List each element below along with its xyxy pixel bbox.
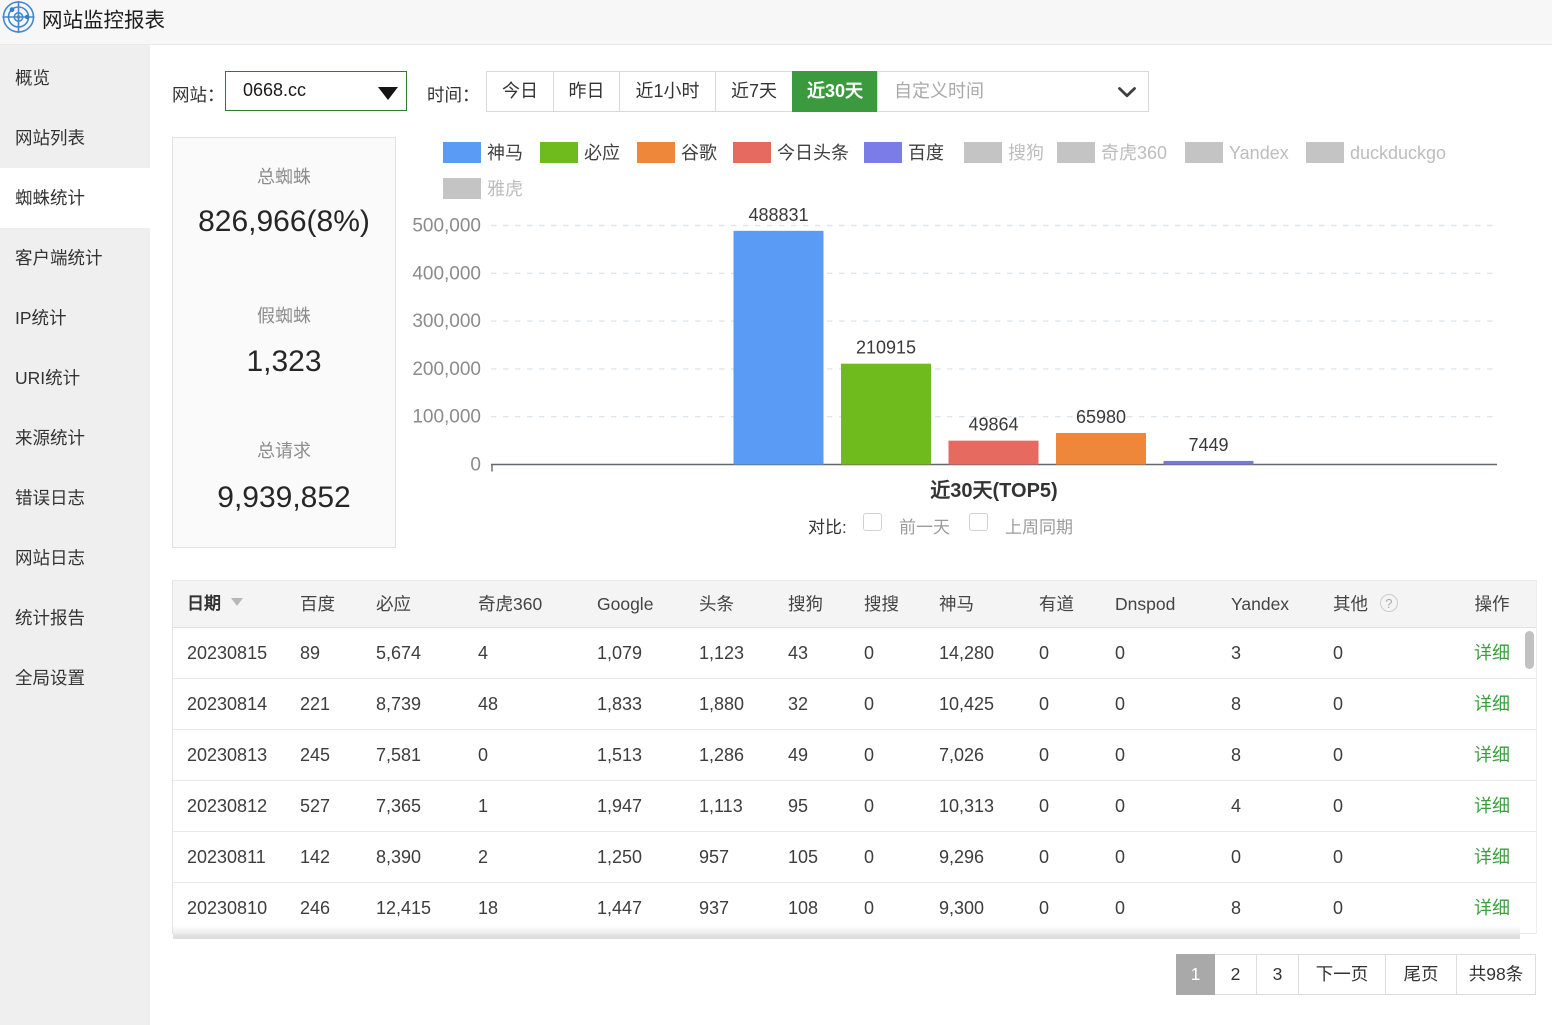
svg-text:7449: 7449 — [1188, 435, 1228, 455]
svg-text:49864: 49864 — [968, 415, 1018, 435]
svg-text:300,000: 300,000 — [412, 311, 481, 332]
svg-text:488831: 488831 — [748, 205, 808, 225]
svg-text:210915: 210915 — [856, 338, 916, 358]
svg-text:0: 0 — [470, 455, 481, 476]
svg-text:500,000: 500,000 — [412, 216, 481, 237]
svg-text:100,000: 100,000 — [412, 407, 481, 428]
svg-text:200,000: 200,000 — [412, 359, 481, 380]
svg-text:400,000: 400,000 — [412, 263, 481, 284]
svg-text:65980: 65980 — [1076, 407, 1126, 427]
